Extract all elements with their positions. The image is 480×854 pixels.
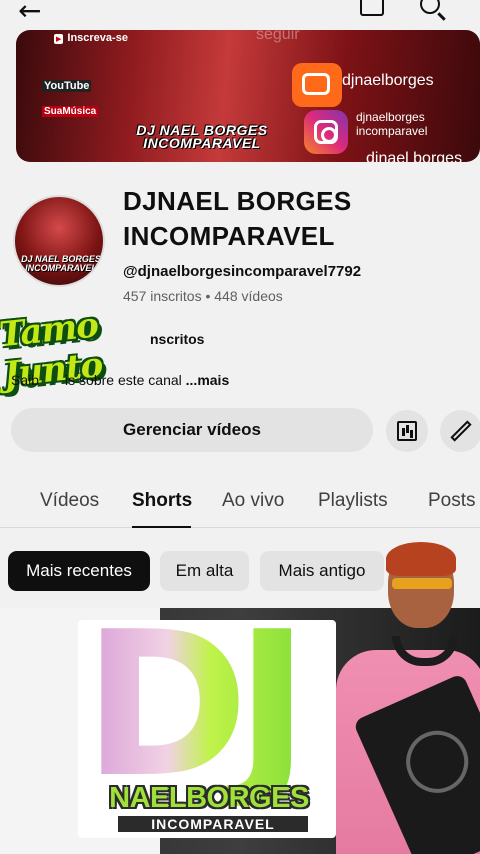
channel-about[interactable]: Saib is sobre este canal ...mais <box>11 372 229 388</box>
analytics-button[interactable] <box>386 410 428 452</box>
tab-live[interactable]: Ao vivo <box>222 490 284 512</box>
banner-social-other: djnael borges <box>366 150 463 162</box>
about-prefix: Saib <box>11 372 40 388</box>
manage-videos-button[interactable]: Gerenciar vídeos <box>11 408 373 452</box>
back-arrow-icon[interactable]: ← <box>18 0 41 27</box>
person-hair <box>386 542 456 576</box>
tab-shorts[interactable]: Shorts <box>132 490 192 512</box>
active-tab-indicator <box>132 526 191 528</box>
top-app-bar: ← <box>0 0 480 27</box>
dj-logo-subtitle: INCOMPARAVEL <box>118 816 308 832</box>
tab-videos[interactable]: Vídeos <box>40 490 99 512</box>
kwai-icon <box>292 63 342 107</box>
channel-avatar[interactable]: DJ NAEL BORGES INCOMPARAVEL <box>13 195 105 287</box>
edit-channel-button[interactable] <box>440 410 480 452</box>
channel-handle: @djnaelborgesincomparavel7792 <box>123 263 362 280</box>
instagram-icon <box>304 110 348 154</box>
sunglasses <box>392 578 452 589</box>
cast-icon[interactable] <box>360 0 384 16</box>
avatar-logo-text: DJ NAEL BORGES INCOMPARAVEL <box>21 254 101 273</box>
channel-name: DJNAEL BORGES INCOMPARAVEL <box>123 186 352 251</box>
tab-posts[interactable]: Posts <box>428 490 476 512</box>
edit-pencil-icon <box>450 420 472 442</box>
channel-tabs: Vídeos Shorts Ao vivo Playlists Posts <box>0 480 480 528</box>
dj-person-image <box>330 540 480 854</box>
about-text: is sobre este canal <box>65 372 186 388</box>
channel-banner: Inscreva-se seguir YouTube SuaMúsica DJ … <box>16 30 480 162</box>
banner-dj-logo: DJ NAEL BORGES INCOMPARAVEL <box>136 122 268 151</box>
tamo-junto-sticker: Tamo Junto <box>0 297 183 395</box>
banner-suamusica-logo: SuaMúsica <box>42 106 99 117</box>
banner-youtube-logo: YouTube <box>42 80 92 92</box>
banner-subscribe-tag: Inscreva-se <box>54 32 128 44</box>
banner-seguir-text: seguir <box>256 30 300 43</box>
banner-social-instagram: djnaelborges incomparavel <box>356 110 428 138</box>
search-icon[interactable] <box>420 0 440 14</box>
analytics-icon <box>397 421 417 441</box>
banner-social-kwai: djnaelborges <box>342 72 434 89</box>
dj-logo-big-text: DJ <box>83 589 309 822</box>
filter-chip-recent[interactable]: Mais recentes <box>8 551 150 591</box>
about-more-link[interactable]: ...mais <box>186 372 230 388</box>
filter-chip-trending[interactable]: Em alta <box>160 551 249 591</box>
dj-logo-name: NAELBORGES <box>109 782 309 814</box>
tab-playlists[interactable]: Playlists <box>318 490 388 512</box>
